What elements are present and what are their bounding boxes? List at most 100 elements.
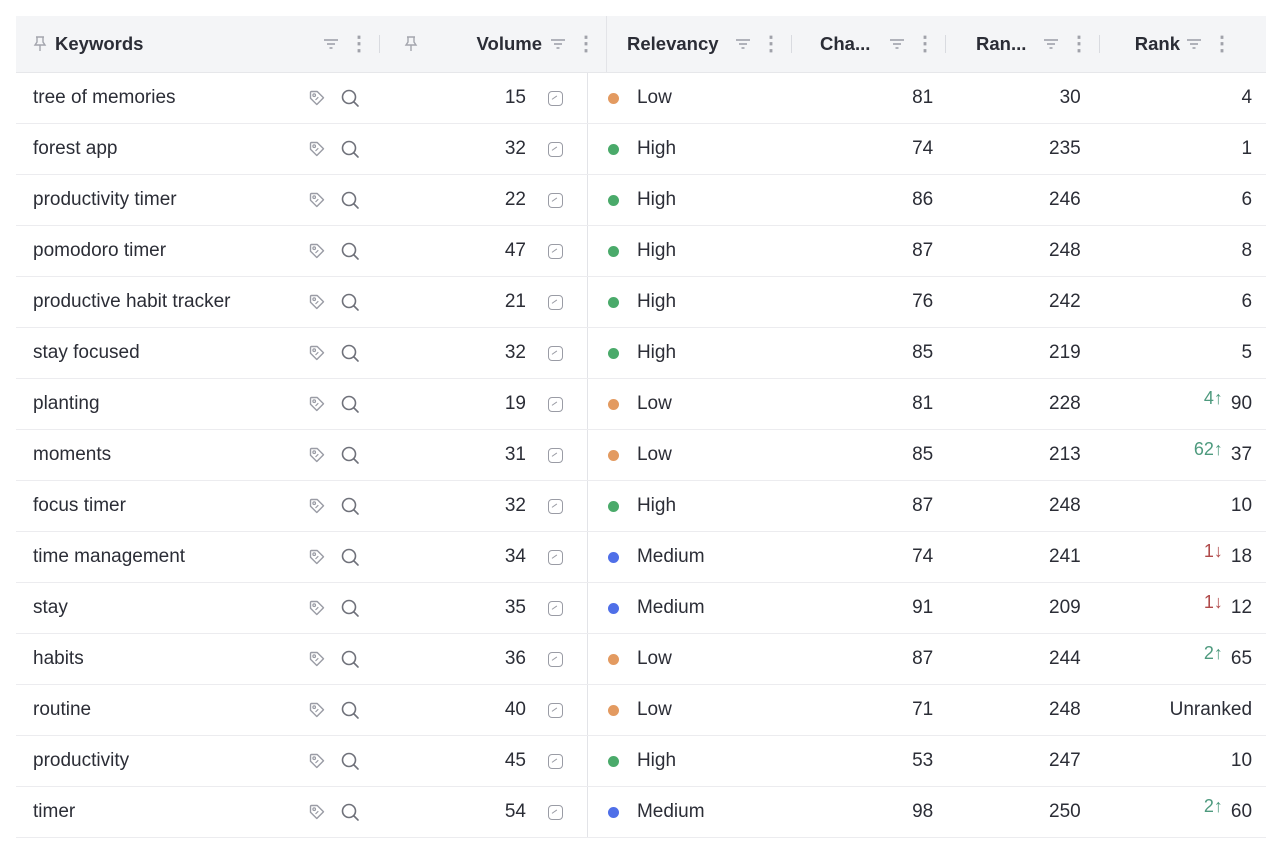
rank-change: 4↑: [1203, 387, 1223, 408]
tag-icon[interactable]: [308, 650, 326, 668]
search-icon[interactable]: [340, 802, 360, 822]
filter-icon[interactable]: [889, 38, 905, 50]
tag-icon[interactable]: [308, 242, 326, 260]
tag-icon[interactable]: [308, 395, 326, 413]
keyword-cell[interactable]: productivity: [16, 736, 308, 786]
column-header-rank[interactable]: Rank ⋮: [1114, 16, 1248, 72]
keyword-cell[interactable]: tree of memories: [16, 73, 308, 123]
keyword-cell[interactable]: timer: [16, 787, 308, 837]
search-icon[interactable]: [340, 292, 360, 312]
search-icon[interactable]: [340, 241, 360, 261]
filter-icon[interactable]: [735, 38, 751, 50]
pin-icon[interactable]: [33, 36, 47, 52]
column-header-keywords[interactable]: Keywords ⋮: [16, 16, 396, 72]
search-icon[interactable]: [340, 751, 360, 771]
column-divider[interactable]: [1099, 35, 1100, 53]
trend-chart-icon[interactable]: [547, 498, 563, 514]
tag-icon[interactable]: [308, 140, 326, 158]
search-icon[interactable]: [340, 649, 360, 669]
table-row[interactable]: stay focused 32 High 85 219 5: [16, 328, 1266, 379]
trend-chart-icon[interactable]: [547, 345, 563, 361]
column-header-chance[interactable]: Cha... ⋮: [806, 16, 960, 72]
table-row[interactable]: timer 54 Medium 98 250 2↑ 60: [16, 787, 1266, 838]
column-divider[interactable]: [791, 35, 792, 53]
more-vertical-icon[interactable]: ⋮: [349, 34, 369, 54]
search-icon[interactable]: [340, 343, 360, 363]
tag-icon[interactable]: [308, 191, 326, 209]
tag-icon[interactable]: [308, 446, 326, 464]
column-header-ranked[interactable]: Ran... ⋮: [960, 16, 1114, 72]
keyword-cell[interactable]: time management: [16, 532, 308, 582]
search-icon[interactable]: [340, 445, 360, 465]
keyword-cell[interactable]: planting: [16, 379, 308, 429]
tag-icon[interactable]: [308, 548, 326, 566]
search-icon[interactable]: [340, 88, 360, 108]
table-row[interactable]: routine 40 Low 71 248 Unranked: [16, 685, 1266, 736]
search-icon[interactable]: [340, 139, 360, 159]
more-vertical-icon[interactable]: ⋮: [915, 34, 935, 54]
table-row[interactable]: forest app 32 High 74 235 1: [16, 124, 1266, 175]
trend-chart-icon[interactable]: [547, 753, 563, 769]
column-divider[interactable]: [945, 35, 946, 53]
keyword-cell[interactable]: forest app: [16, 124, 308, 174]
filter-icon[interactable]: [550, 38, 566, 50]
keyword-cell[interactable]: productivity timer: [16, 175, 308, 225]
table-row[interactable]: planting 19 Low 81 228 4↑ 90: [16, 379, 1266, 430]
keyword-cell[interactable]: stay: [16, 583, 308, 633]
table-row[interactable]: stay 35 Medium 91 209 1↓ 12: [16, 583, 1266, 634]
keyword-cell[interactable]: focus timer: [16, 481, 308, 531]
search-icon[interactable]: [340, 190, 360, 210]
column-header-relevancy[interactable]: Relevancy ⋮: [606, 16, 806, 72]
column-divider[interactable]: [379, 35, 380, 53]
search-icon[interactable]: [340, 547, 360, 567]
keyword-cell[interactable]: pomodoro timer: [16, 226, 308, 276]
trend-chart-icon[interactable]: [547, 294, 563, 310]
keyword-cell[interactable]: productive habit tracker: [16, 277, 308, 327]
trend-chart-icon[interactable]: [547, 804, 563, 820]
search-icon[interactable]: [340, 394, 360, 414]
trend-chart-icon[interactable]: [547, 600, 563, 616]
table-row[interactable]: productive habit tracker 21 High 76 242 …: [16, 277, 1266, 328]
tag-icon[interactable]: [308, 344, 326, 362]
more-vertical-icon[interactable]: ⋮: [1212, 34, 1232, 54]
search-icon[interactable]: [340, 598, 360, 618]
table-row[interactable]: productivity timer 22 High 86 246 6: [16, 175, 1266, 226]
table-row[interactable]: habits 36 Low 87 244 2↑ 65: [16, 634, 1266, 685]
trend-chart-icon[interactable]: [547, 702, 563, 718]
more-vertical-icon[interactable]: ⋮: [576, 34, 596, 54]
filter-icon[interactable]: [323, 38, 339, 50]
tag-icon[interactable]: [308, 497, 326, 515]
table-row[interactable]: tree of memories 15 Low 81 30 4: [16, 73, 1266, 124]
column-header-volume[interactable]: Volume ⋮: [396, 16, 606, 72]
keyword-cell[interactable]: moments: [16, 430, 308, 480]
trend-chart-icon[interactable]: [547, 90, 563, 106]
table-row[interactable]: pomodoro timer 47 High 87 248 8: [16, 226, 1266, 277]
more-vertical-icon[interactable]: ⋮: [1069, 34, 1089, 54]
keyword-cell[interactable]: habits: [16, 634, 308, 684]
table-row[interactable]: time management 34 Medium 74 241 1↓ 18: [16, 532, 1266, 583]
table-row[interactable]: productivity 45 High 53 247 10: [16, 736, 1266, 787]
tag-icon[interactable]: [308, 89, 326, 107]
tag-icon[interactable]: [308, 803, 326, 821]
tag-icon[interactable]: [308, 701, 326, 719]
trend-chart-icon[interactable]: [547, 396, 563, 412]
search-icon[interactable]: [340, 496, 360, 516]
keyword-cell[interactable]: routine: [16, 685, 308, 735]
tag-icon[interactable]: [308, 752, 326, 770]
keyword-cell[interactable]: stay focused: [16, 328, 308, 378]
tag-icon[interactable]: [308, 293, 326, 311]
filter-icon[interactable]: [1043, 38, 1059, 50]
trend-chart-icon[interactable]: [547, 243, 563, 259]
table-row[interactable]: moments 31 Low 85 213 62↑ 37: [16, 430, 1266, 481]
tag-icon[interactable]: [308, 599, 326, 617]
trend-chart-icon[interactable]: [547, 192, 563, 208]
search-icon[interactable]: [340, 700, 360, 720]
filter-icon[interactable]: [1186, 38, 1202, 50]
trend-chart-icon[interactable]: [547, 141, 563, 157]
more-vertical-icon[interactable]: ⋮: [761, 34, 781, 54]
pin-icon[interactable]: [404, 36, 418, 52]
trend-chart-icon[interactable]: [547, 447, 563, 463]
trend-chart-icon[interactable]: [547, 651, 563, 667]
trend-chart-icon[interactable]: [547, 549, 563, 565]
table-row[interactable]: focus timer 32 High 87 248 10: [16, 481, 1266, 532]
